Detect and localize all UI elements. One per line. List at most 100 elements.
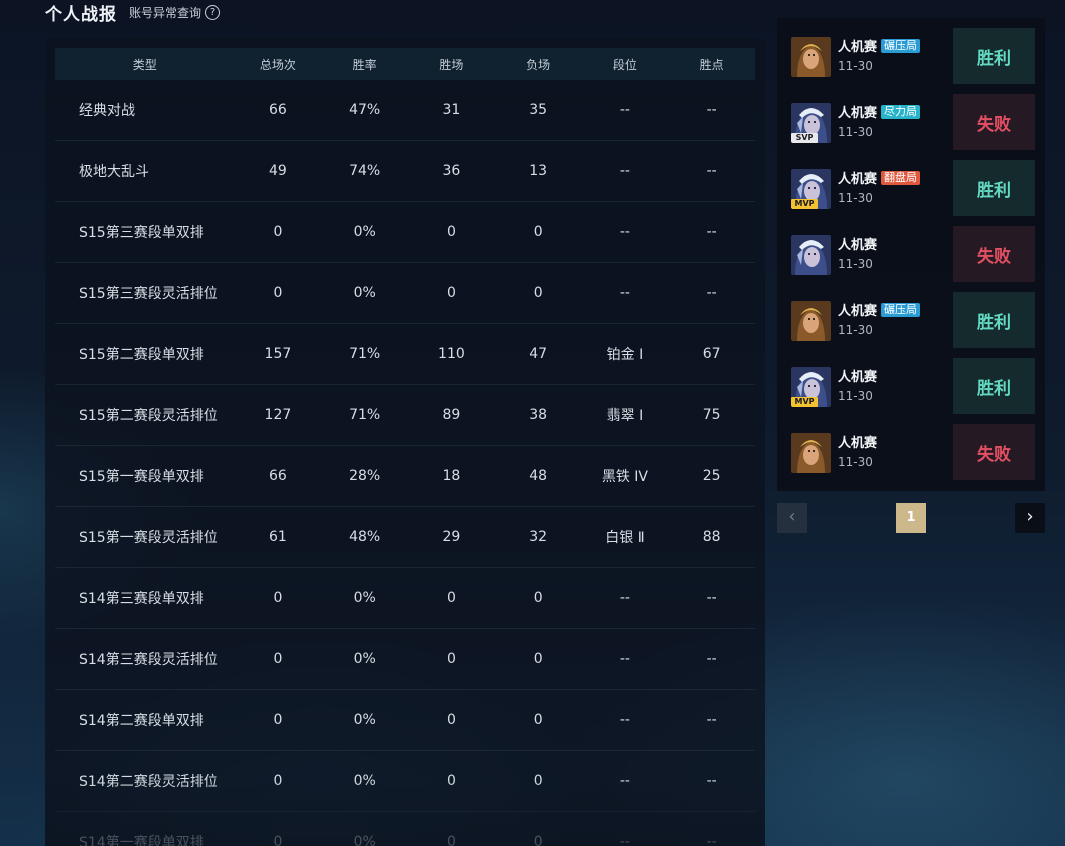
prev-page-button[interactable]: ‹	[777, 503, 807, 533]
cell-wins: 0	[446, 834, 456, 846]
match-tag: 尽力局	[881, 104, 921, 119]
table-row: S15第二赛段灵活排位 127 71% 89 38 翡翠 Ⅰ 75	[55, 385, 755, 446]
cell-winrate: 28%	[349, 468, 381, 484]
match-mode: 人机赛 尽力局	[838, 102, 921, 121]
cell-losses: 0	[533, 285, 543, 301]
cell-total: 0	[273, 712, 283, 728]
table-row: S15第一赛段灵活排位 61 48% 29 32 白银 Ⅱ 88	[55, 507, 755, 568]
cell-type: S14第三赛段单双排	[79, 591, 204, 607]
cell-losses: 0	[533, 773, 543, 789]
match-item[interactable]: MVP 人机赛 11-30 胜利	[777, 348, 1045, 414]
cell-type: S14第一赛段单双排	[79, 835, 204, 846]
match-date: 11-30	[838, 455, 873, 469]
cell-wins: 18	[442, 468, 461, 484]
cell-winrate: 71%	[349, 407, 381, 423]
match-item[interactable]: MVP 人机赛 翻盘局 11-30 胜利	[777, 150, 1045, 216]
column-header-points: 胜点	[699, 57, 724, 72]
cell-points: --	[706, 651, 717, 667]
cell-winrate: 0%	[353, 224, 376, 240]
match-mode: 人机赛 碾压局	[838, 300, 921, 319]
cell-losses: 0	[533, 224, 543, 240]
cell-losses: 0	[533, 834, 543, 846]
cell-wins: 0	[446, 285, 456, 301]
cell-wins: 0	[446, 651, 456, 667]
match-tag: 碾压局	[881, 302, 921, 317]
table-row: S15第三赛段单双排 0 0% 0 0 -- --	[55, 202, 755, 263]
match-result: 失败	[953, 226, 1035, 282]
cell-rank: --	[619, 834, 630, 846]
cell-total: 66	[269, 102, 287, 118]
cell-wins: 0	[446, 773, 456, 789]
cell-winrate: 71%	[349, 346, 381, 362]
table-row: S14第二赛段灵活排位 0 0% 0 0 -- --	[55, 751, 755, 812]
next-page-button[interactable]: ›	[1015, 503, 1045, 533]
help-icon[interactable]: ?	[205, 4, 221, 20]
champion-avatar: MVP	[791, 367, 831, 407]
page-number-button[interactable]: 1	[896, 503, 926, 533]
column-header-type: 类型	[132, 57, 157, 72]
cell-winrate: 0%	[353, 590, 376, 606]
page-title: 个人战报	[45, 4, 117, 25]
page-header: 个人战报 账号异常查询 ?	[45, 0, 221, 25]
account-check-link[interactable]: 账号异常查询	[129, 4, 201, 21]
mvp-badge: MVP	[791, 199, 818, 209]
match-result: 失败	[953, 424, 1035, 480]
match-date: 11-30	[838, 257, 873, 271]
cell-rank: 白银 Ⅱ	[605, 530, 645, 546]
match-item[interactable]: SVP 人机赛 尽力局 11-30 失败	[777, 84, 1045, 150]
mvp-badge: SVP	[791, 133, 818, 143]
table-row: S15第二赛段单双排 157 71% 110 47 铂金 Ⅰ 67	[55, 324, 755, 385]
cell-losses: 38	[529, 407, 548, 423]
cell-points: 67	[702, 346, 721, 362]
cell-points: --	[706, 712, 717, 728]
cell-points: 75	[702, 407, 721, 423]
cell-type: S15第二赛段灵活排位	[79, 408, 218, 424]
cell-rank: --	[619, 773, 630, 789]
match-mode: 人机赛	[838, 234, 877, 253]
cell-total: 66	[269, 468, 287, 484]
cell-total: 0	[273, 651, 283, 667]
column-header-rank: 段位	[612, 57, 637, 72]
match-history-panel: 人机赛 碾压局 11-30 胜利 SVP 人机赛 尽力局 11-30 失败 MVP 人机赛 翻盘局 11…	[777, 18, 1045, 491]
match-item[interactable]: 人机赛 11-30 失败	[777, 216, 1045, 282]
cell-type: S15第三赛段灵活排位	[79, 286, 218, 302]
cell-total: 61	[269, 529, 287, 545]
match-tag: 翻盘局	[881, 170, 921, 185]
cell-type: S14第三赛段灵活排位	[79, 652, 218, 668]
column-header-winrate: 胜率	[352, 57, 377, 72]
cell-rank: --	[619, 285, 630, 301]
match-item[interactable]: 人机赛 11-30 失败	[777, 414, 1045, 480]
cell-wins: 0	[446, 224, 456, 240]
table-header: 类型 总场次 胜率 胜场 负场 段位 胜点	[55, 48, 755, 80]
cell-rank: --	[619, 651, 630, 667]
cell-points: --	[706, 285, 717, 301]
cell-losses: 48	[529, 468, 548, 484]
cell-points: --	[706, 224, 717, 240]
cell-losses: 32	[529, 529, 548, 545]
cell-points: --	[706, 163, 717, 179]
match-date: 11-30	[838, 191, 873, 205]
match-item[interactable]: 人机赛 碾压局 11-30 胜利	[777, 282, 1045, 348]
champion-avatar	[791, 301, 831, 341]
match-result: 失败	[953, 94, 1035, 150]
match-item[interactable]: 人机赛 碾压局 11-30 胜利	[777, 18, 1045, 84]
cell-losses: 47	[529, 346, 548, 362]
cell-total: 0	[273, 773, 283, 789]
column-header-total: 总场次	[259, 57, 296, 72]
match-result: 胜利	[953, 358, 1035, 414]
champion-avatar	[791, 37, 831, 77]
cell-points: --	[706, 590, 717, 606]
cell-total: 157	[264, 346, 292, 362]
cell-wins: 0	[446, 712, 456, 728]
match-mode: 人机赛 碾压局	[838, 36, 921, 55]
cell-rank: 翡翠 Ⅰ	[606, 408, 644, 424]
cell-rank: 黑铁 IV	[601, 469, 648, 485]
match-tag: 碾压局	[881, 38, 921, 53]
column-header-losses: 负场	[526, 57, 551, 72]
cell-type: S15第一赛段灵活排位	[79, 530, 218, 546]
match-result: 胜利	[953, 292, 1035, 348]
match-mode-label: 人机赛	[838, 370, 878, 385]
cell-type: 极地大乱斗	[79, 164, 149, 180]
match-result: 胜利	[953, 28, 1035, 84]
cell-type: S14第二赛段单双排	[79, 713, 204, 729]
